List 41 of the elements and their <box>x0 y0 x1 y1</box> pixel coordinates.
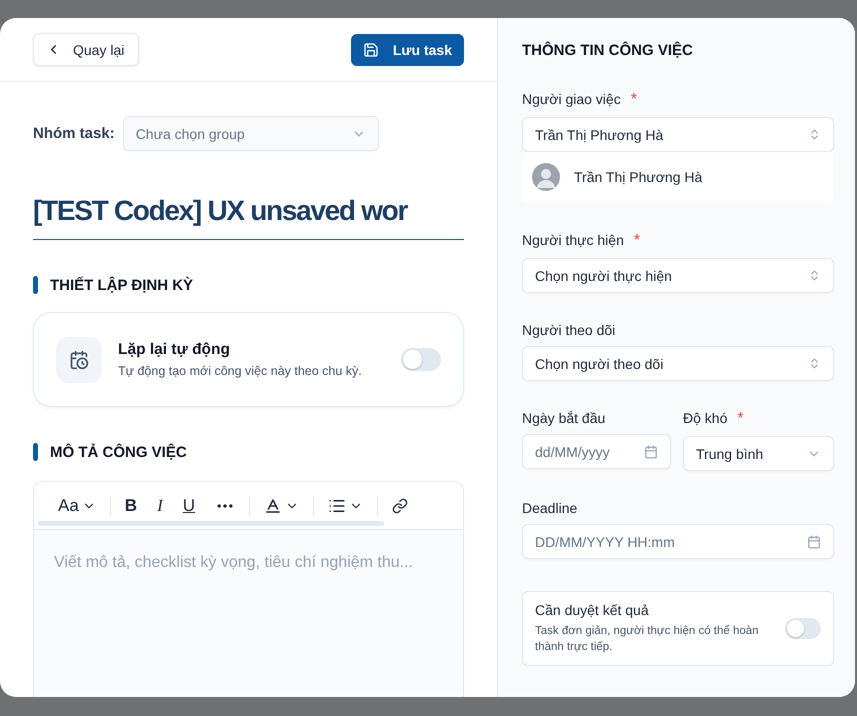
italic-button[interactable]: I <box>157 496 163 516</box>
option-title: Lặp lại tự động <box>118 341 231 359</box>
assignee-select[interactable]: Chọn người thực hiện <box>522 258 834 293</box>
required-mark: * <box>630 91 637 109</box>
field-label: Người thực hiện <box>522 232 624 250</box>
field-label: Độ khó <box>683 410 728 428</box>
field-label: Deadline <box>522 500 578 516</box>
link-icon[interactable] <box>392 498 408 514</box>
watcher-select[interactable]: Chọn người theo dõi <box>522 346 834 381</box>
required-mark: * <box>737 410 744 428</box>
calendar-clock-icon <box>56 336 102 382</box>
group-select[interactable]: Chưa chọn group <box>122 116 379 151</box>
date-field[interactable]: dd/MM/yyyy <box>522 434 671 469</box>
section-heading: MÔ TẢ CÔNG VIỆC <box>50 444 187 460</box>
deadline-field[interactable]: DD/MM/YYYY HH:mm <box>522 524 834 559</box>
section-accent <box>33 443 38 461</box>
option-description: Task đơn giản, người thực hiện có thể hoàn thành trực tiếp. <box>535 624 760 655</box>
toggle-switch[interactable] <box>785 618 821 639</box>
difficulty-select[interactable]: Trung bình <box>683 436 834 471</box>
section-heading: THIẾT LẬP ĐỊNH KỲ <box>50 276 194 294</box>
calendar-icon <box>807 534 821 548</box>
person-chip: Trần Thị Phương Hà <box>522 152 834 202</box>
back-button[interactable]: Quay lại <box>33 33 140 66</box>
required-mark: * <box>634 232 640 250</box>
task-title[interactable]: [TEST Codex] UX unsaved wor <box>33 195 464 240</box>
field-label: Người giao việc <box>522 91 621 109</box>
calendar-icon <box>644 444 658 458</box>
bold-button[interactable]: B <box>124 496 138 516</box>
field-label: Người theo dõi <box>522 322 616 338</box>
group-label: Nhóm task: <box>33 125 115 142</box>
toggle-switch[interactable] <box>401 348 441 371</box>
panel-heading: THÔNG TIN CÔNG VIỆC <box>522 42 694 59</box>
assigner-select[interactable]: Trần Thị Phương Hà <box>522 117 834 152</box>
section-accent <box>33 276 38 294</box>
avatar-icon <box>532 163 560 191</box>
underline-button[interactable]: U <box>182 496 196 516</box>
option-description: Tự động tạo mới công việc này theo chu kỳ. <box>118 364 363 378</box>
save-button[interactable]: Lưu task <box>350 34 464 66</box>
font-size-button[interactable]: Aa <box>58 496 96 516</box>
option-title: Cần duyệt kết quả <box>535 602 650 618</box>
field-label: Ngày bắt đầu <box>522 410 606 426</box>
